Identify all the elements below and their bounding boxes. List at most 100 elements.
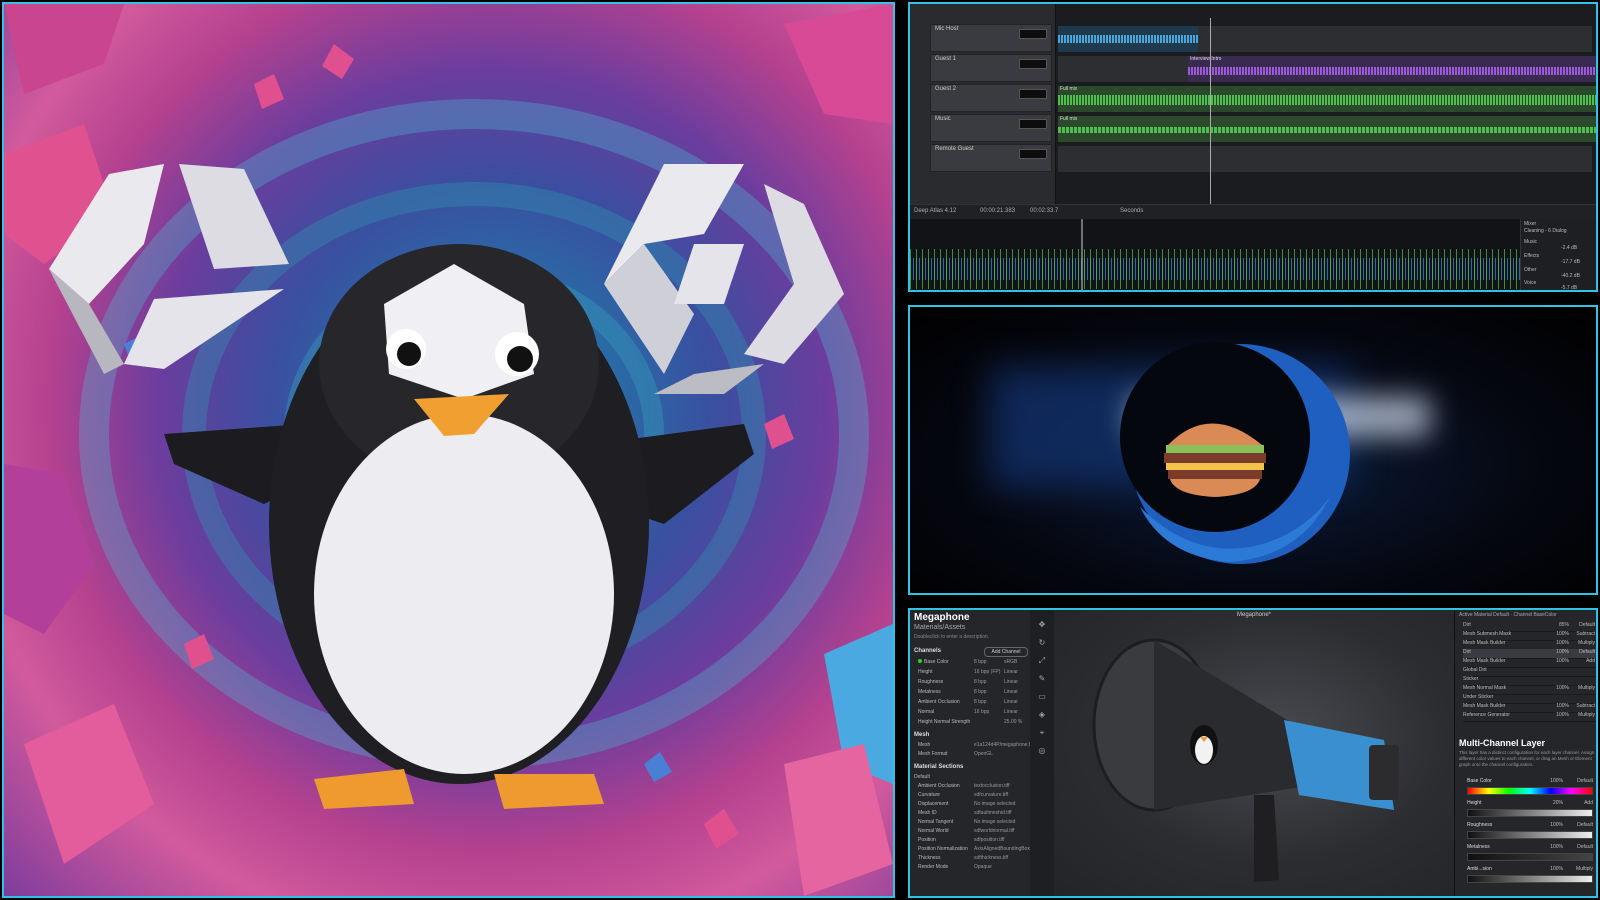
color-slider[interactable] xyxy=(1467,787,1593,795)
brush-tool-icon[interactable]: ✎ xyxy=(1036,674,1048,684)
map-value[interactable]: AxisAlignedBoundingBox xyxy=(974,846,1030,852)
channel-config-opacity[interactable]: 20% xyxy=(1553,800,1563,806)
track-lane[interactable]: Full mix xyxy=(1058,116,1596,142)
layer-blend-mode[interactable]: Add xyxy=(1586,658,1595,664)
track-header[interactable]: Guest 2 xyxy=(930,84,1052,112)
map-row[interactable]: Curvature sdfcurvature.tiff xyxy=(918,792,1008,798)
mesh-row[interactable]: Mesh e1a124d4P/megaphone.fbx xyxy=(918,742,1035,748)
value-slider[interactable] xyxy=(1467,809,1593,817)
rotate-tool-icon[interactable]: ↻ xyxy=(1036,638,1048,648)
channel-row[interactable]: Base Color 8 bpp sRGB xyxy=(918,659,1017,665)
mesh-header[interactable]: Mesh xyxy=(914,732,929,738)
channel-space[interactable]: sRGB xyxy=(1004,659,1017,665)
layer-opacity[interactable]: 100% xyxy=(1556,658,1569,664)
channel-space[interactable]: Linear xyxy=(1004,699,1018,705)
map-value[interactable]: sdfposition.tiff xyxy=(974,837,1004,843)
preset-select[interactable]: Cleaning - 6 Dialog xyxy=(1524,228,1567,234)
move-tool-icon[interactable]: ✥ xyxy=(1036,620,1048,630)
snap-select[interactable]: Seconds xyxy=(1120,208,1143,214)
track-lane[interactable] xyxy=(1058,26,1592,52)
map-row[interactable]: Ambient Occlusion textocclusion.tiff xyxy=(918,783,1009,789)
map-value[interactable]: Opaque xyxy=(974,864,992,870)
eraser-tool-icon[interactable]: ▭ xyxy=(1036,692,1048,702)
layer-opacity[interactable]: 85% xyxy=(1559,622,1569,628)
channel-config-opacity[interactable]: 100% xyxy=(1550,778,1563,784)
value-slider[interactable] xyxy=(1467,875,1593,883)
channel-row[interactable]: Height 16 bpp (FP) Linear xyxy=(918,669,1018,675)
default-section[interactable]: Default xyxy=(914,774,930,780)
fill-tool-icon[interactable]: ◈ xyxy=(1036,710,1048,720)
map-row[interactable]: Render Mode Opaque xyxy=(918,864,992,870)
map-row[interactable]: Mesh ID sdfaultmeshid.tiff xyxy=(918,810,1011,816)
channel-config[interactable]: Height 20% Add xyxy=(1459,800,1596,822)
channel-config[interactable]: Roughness 100% Default xyxy=(1459,822,1596,844)
channel-space[interactable]: Linear xyxy=(1004,669,1018,675)
map-value[interactable]: sdfcurvature.tiff xyxy=(974,792,1008,798)
channel-config-mode[interactable]: Add xyxy=(1584,800,1593,806)
channel-space[interactable]: Linear xyxy=(1004,709,1018,715)
layer-blend-mode[interactable]: Multiply xyxy=(1578,712,1595,718)
mesh-field-value[interactable]: OpenGL xyxy=(974,751,993,757)
track-header[interactable]: Mic Host xyxy=(930,24,1052,52)
channel-depth[interactable]: 8 bpp xyxy=(974,689,987,695)
mixer-row-value[interactable]: -2.4 dB xyxy=(1561,245,1577,251)
channel-space[interactable]: Linear xyxy=(1004,679,1018,685)
channel-depth[interactable]: 8 bpp xyxy=(974,659,987,665)
playhead[interactable] xyxy=(1210,18,1211,204)
description-hint[interactable]: Doubleclick to enter a description. xyxy=(914,634,989,640)
layer-opacity[interactable]: 100% xyxy=(1556,640,1569,646)
add-channel-button[interactable]: Add Channel xyxy=(984,647,1028,657)
channel-depth[interactable]: 8 bpp xyxy=(974,679,987,685)
channel-config[interactable]: Base Color 100% Default xyxy=(1459,778,1596,800)
channel-config-mode[interactable]: Default xyxy=(1577,844,1593,850)
channel-config-mode[interactable]: Default xyxy=(1577,822,1593,828)
map-value[interactable]: No image selected xyxy=(974,819,1015,825)
channel-depth[interactable]: 16 bpp xyxy=(974,709,989,715)
layer-blend-mode[interactable]: Subtract xyxy=(1576,703,1595,709)
layer-blend-mode[interactable]: Multiply xyxy=(1578,685,1595,691)
channel-value[interactable]: 25.00 % xyxy=(1004,719,1022,725)
map-value[interactable]: sdfthickness.tiff xyxy=(974,855,1008,861)
mixer-row-value[interactable]: -5.7 dB xyxy=(1561,285,1577,290)
layer-opacity[interactable]: 100% xyxy=(1556,649,1569,655)
spectral-waveform[interactable] xyxy=(910,219,1522,292)
map-row[interactable]: Position Normalization AxisAlignedBoundin… xyxy=(918,846,1030,852)
layer-blend-mode[interactable]: Multiply xyxy=(1578,640,1595,646)
3d-viewport[interactable]: Megaphone* xyxy=(1054,610,1454,896)
waveform-clip[interactable] xyxy=(1058,116,1598,142)
mesh-row[interactable]: Mesh Format OpenGL xyxy=(918,751,993,757)
layer-row[interactable]: Reference Generator 100% Multiply xyxy=(1463,712,1596,722)
track-header[interactable]: Remote Guest xyxy=(930,144,1052,172)
channel-config[interactable]: Ambi...sion 100% Multiply xyxy=(1459,866,1596,888)
material-sections-header[interactable]: Material Sections xyxy=(914,764,963,770)
map-value[interactable]: textocclusion.tiff xyxy=(974,783,1009,789)
layer-opacity[interactable]: 100% xyxy=(1556,631,1569,637)
map-value[interactable]: sdfworldnormal.tiff xyxy=(974,828,1014,834)
layer-opacity[interactable]: 100% xyxy=(1556,703,1569,709)
map-row[interactable]: Displacement No image selected xyxy=(918,801,1015,807)
map-row[interactable]: Normal World sdfworldnormal.tiff xyxy=(918,828,1014,834)
track-lane[interactable]: Interview Intro xyxy=(1058,56,1596,82)
layer-blend-mode[interactable]: Default xyxy=(1579,649,1595,655)
layer-opacity[interactable]: 100% xyxy=(1556,712,1569,718)
map-value[interactable]: No image selected xyxy=(974,801,1015,807)
channel-config-mode[interactable]: Multiply xyxy=(1576,866,1593,872)
channel-depth[interactable]: 8 bpp xyxy=(974,699,987,705)
megaphone-model[interactable] xyxy=(1054,610,1454,896)
track-header[interactable]: Music xyxy=(930,114,1052,142)
channel-config-opacity[interactable]: 100% xyxy=(1550,822,1563,828)
channel-row[interactable]: Ambient Occlusion 8 bpp Linear xyxy=(918,699,1018,705)
map-value[interactable]: sdfaultmeshid.tiff xyxy=(974,810,1011,816)
value-slider[interactable] xyxy=(1467,853,1593,861)
camera-tool-icon[interactable]: ◎ xyxy=(1036,746,1048,756)
waveform-clip[interactable] xyxy=(1058,26,1198,52)
channel-row[interactable]: Metalness 8 bpp Linear xyxy=(918,689,1018,695)
layer-blend-mode[interactable]: Default xyxy=(1579,622,1595,628)
mixer-row-value[interactable]: -40.2 dB xyxy=(1561,273,1580,279)
value-slider[interactable] xyxy=(1467,831,1593,839)
layer-blend-mode[interactable]: Subtract xyxy=(1576,631,1595,637)
mesh-field-value[interactable]: e1a124d4P/megaphone.fbx xyxy=(974,742,1035,748)
channel-depth[interactable]: 16 bpp (FP) xyxy=(974,669,1000,675)
map-row[interactable]: Thickness sdfthickness.tiff xyxy=(918,855,1008,861)
channel-config-opacity[interactable]: 100% xyxy=(1550,866,1563,872)
